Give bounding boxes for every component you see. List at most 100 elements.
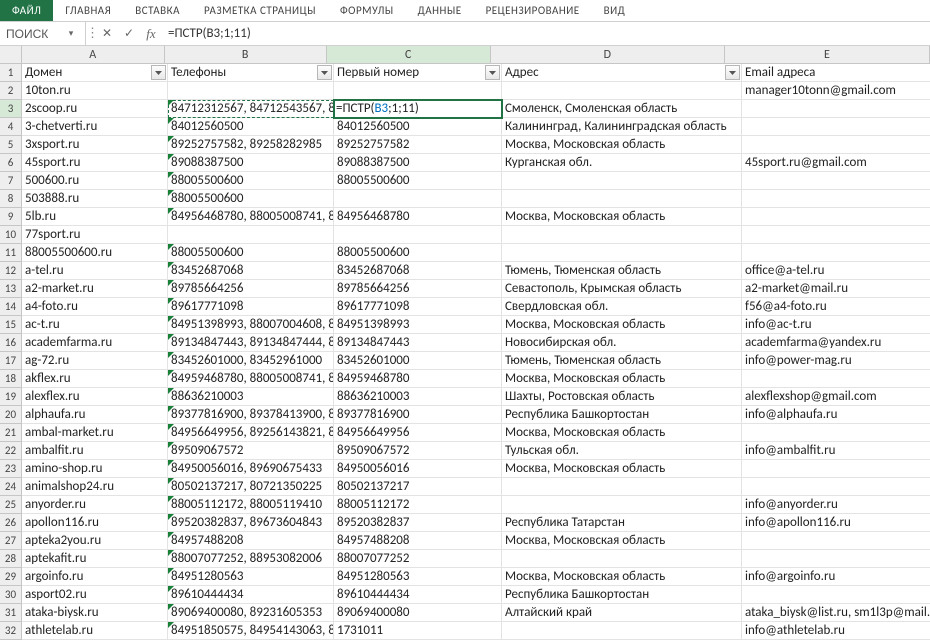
cell[interactable]: 80502137217 [334,478,502,496]
enter-icon[interactable]: ✓ [118,26,140,41]
cell[interactable]: Шахты, Ростовская область [502,388,742,406]
cell[interactable]: 88005500600.ru [22,244,168,262]
row-header[interactable]: 13 [0,280,22,298]
row-header[interactable]: 9 [0,208,22,226]
cell[interactable] [742,172,930,190]
cell[interactable]: 88005500600 [168,190,334,208]
cell[interactable]: 84951280563 [168,568,334,586]
cell[interactable] [168,226,334,244]
cell[interactable]: 84951280563 [334,568,502,586]
row-header[interactable]: 14 [0,298,22,316]
cell[interactable]: 88636210003 [168,388,334,406]
cell[interactable]: 88636210003 [334,388,502,406]
cell[interactable] [742,532,930,550]
cell[interactable]: 89610444434 [168,586,334,604]
cell[interactable]: 89377816900, 89378413900, 8937 [168,406,334,424]
cell[interactable]: Республика Башкортостан [502,586,742,604]
cell[interactable]: ataka_biysk@list.ru, sm1l3p@mail.ru [742,604,930,622]
select-all-corner[interactable] [0,46,22,64]
cell[interactable]: Новосибирская обл. [502,334,742,352]
cell[interactable]: 84957488208 [334,532,502,550]
cell[interactable]: 84951850575, 84954143063, 8966 [168,622,334,640]
cell[interactable]: Свердловская обл. [502,298,742,316]
cell[interactable]: 89520382837, 89673604843 [168,514,334,532]
cell[interactable]: info@ac-t.ru [742,316,930,334]
fx-icon[interactable]: fx [140,26,162,42]
col-header-D[interactable]: D [491,46,725,64]
cell[interactable]: 89252757582 [334,136,502,154]
cell[interactable]: 88005500600 [168,172,334,190]
cell[interactable]: 84956468780, 88005008741, 8968 [168,208,334,226]
cell[interactable]: 83452601000 [334,352,502,370]
cell[interactable]: argoinfo.ru [22,568,168,586]
header-cell-email[interactable]: Email адреса [742,64,930,82]
tab-formulas[interactable]: ФОРМУЛЫ [328,0,406,21]
tab-home[interactable]: ГЛАВНАЯ [53,0,123,21]
cell[interactable]: Тюмень, Тюменская область [502,262,742,280]
cell[interactable]: office@a-tel.ru [742,262,930,280]
cell[interactable]: ambalfit.ru [22,442,168,460]
cell[interactable]: 84712312567, 84712543567, 8472 [168,100,334,118]
cell[interactable] [502,622,742,640]
row-header[interactable]: 32 [0,622,22,640]
cell[interactable]: 3-chetverti.ru [22,118,168,136]
col-header-B[interactable]: B [165,46,327,64]
cell[interactable]: 83452687068 [334,262,502,280]
cell[interactable]: info@alphaufa.ru [742,406,930,424]
cell[interactable]: 88007077252 [334,550,502,568]
row-header[interactable]: 24 [0,478,22,496]
cell[interactable]: animalshop24.ru [22,478,168,496]
cell[interactable]: 500600.ru [22,172,168,190]
cell[interactable]: a2-market.ru [22,280,168,298]
cell[interactable]: 45sport.ru [22,154,168,172]
cell[interactable]: 89134847443, 89134847444, 8913 [168,334,334,352]
cell[interactable]: 88005500600 [334,244,502,262]
row-header[interactable]: 22 [0,442,22,460]
row-header[interactable]: 12 [0,262,22,280]
cell[interactable] [334,190,502,208]
cell[interactable] [502,172,742,190]
cell[interactable] [742,424,930,442]
cell[interactable]: Тюмень, Тюменская область [502,352,742,370]
cell[interactable]: 3xsport.ru [22,136,168,154]
row-header[interactable]: 4 [0,118,22,136]
cell[interactable]: apteka2you.ru [22,532,168,550]
row-header[interactable]: 25 [0,496,22,514]
row-header[interactable]: 1 [0,64,22,82]
row-header[interactable]: 7 [0,172,22,190]
cell[interactable]: info@apollon116.ru [742,514,930,532]
header-cell-phones[interactable]: Телефоны [168,64,334,82]
cell[interactable]: a4-foto.ru [22,298,168,316]
filter-button[interactable] [485,65,500,80]
cell[interactable]: 84959468780, 88005008741, 8968 [168,370,334,388]
cancel-icon[interactable]: ✕ [96,26,118,41]
cell[interactable]: 89377816900 [334,406,502,424]
cell[interactable]: 84956649956 [334,424,502,442]
cell[interactable]: ac-t.ru [22,316,168,334]
cell[interactable]: academfarma.ru [22,334,168,352]
cell[interactable]: 84951398993, 88007004608, 8929 [168,316,334,334]
cell[interactable] [502,190,742,208]
tab-data[interactable]: ДАННЫЕ [406,0,474,21]
row-header[interactable]: 26 [0,514,22,532]
cell[interactable]: 89610444434 [334,586,502,604]
cell[interactable]: academfarma@yandex.ru [742,334,930,352]
cell[interactable] [742,226,930,244]
cell[interactable]: Москва, Московская область [502,208,742,226]
cell[interactable] [502,226,742,244]
cell[interactable]: 88005500600 [334,172,502,190]
row-header[interactable]: 29 [0,568,22,586]
cell[interactable]: 84012560500 [334,118,502,136]
filter-button[interactable] [725,65,740,80]
row-header[interactable]: 5 [0,136,22,154]
row-header[interactable]: 6 [0,154,22,172]
cell[interactable]: 89069400080, 89231605353 [168,604,334,622]
cell[interactable]: manager10tonn@gmail.com [742,82,930,100]
cell[interactable] [502,496,742,514]
cell[interactable] [334,226,502,244]
cell[interactable]: anyorder.ru [22,496,168,514]
cell[interactable] [742,190,930,208]
cell[interactable]: 89785664256 [168,280,334,298]
tab-insert[interactable]: ВСТАВКА [123,0,192,21]
cell[interactable] [742,136,930,154]
